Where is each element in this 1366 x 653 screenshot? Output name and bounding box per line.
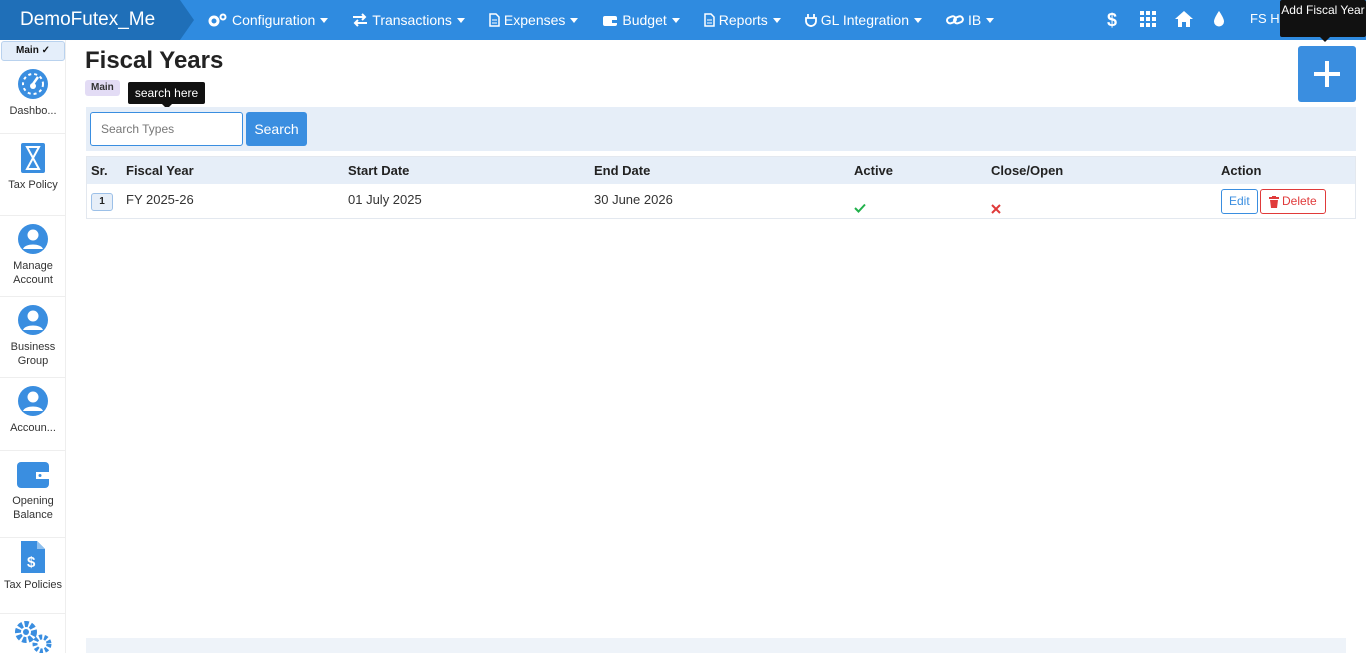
menu-reports[interactable]: Reports [704,12,781,28]
delete-button[interactable]: Delete [1260,189,1326,214]
sidebar-item-label: Dashbo... [9,105,57,117]
hourglass-icon [21,143,45,173]
chevron-down-icon [914,17,923,23]
sidebar-item-tax-policies[interactable]: $ Tax Policies [0,540,65,614]
check-icon [854,193,866,213]
column-header-end-date: End Date [594,163,651,178]
user-circle-icon [18,305,48,335]
drop-icon[interactable] [1213,10,1225,28]
column-header-active: Active [854,163,894,178]
breadcrumb[interactable]: Main [85,80,120,96]
wallet-icon [603,15,618,26]
menu-expenses-label: Expenses [503,12,566,28]
plug-icon [804,14,817,27]
brand-arrow [180,0,194,40]
add-fiscal-year-tooltip: Add Fiscal Year [1280,0,1366,42]
brand-logo[interactable]: DemoFutex_Me [0,0,180,40]
document-icon [704,13,715,27]
column-header-start-date: Start Date [348,163,410,178]
gears-icon [15,621,52,653]
chevron-down-icon [570,17,579,23]
menu-budget[interactable]: Budget [602,12,680,28]
sidebar-item-label: Tax Policies [3,579,63,591]
menu-expenses[interactable]: Expenses [489,12,579,28]
home-icon[interactable] [1174,10,1194,28]
menu-configuration-label: Configuration [232,12,316,28]
dollar-file-icon: $ [21,541,45,573]
dashboard-gauge-icon [18,69,48,99]
wallet-icon [17,462,49,488]
sidebar-item-label: Tax Policy [8,179,58,191]
chevron-down-icon [772,17,781,23]
sidebar: Main ✓ Dashbo... Tax Policy Manage Accou… [0,40,66,653]
column-header-close-open: Close/Open [991,163,1064,178]
edit-button[interactable]: Edit [1221,189,1258,214]
chevron-down-icon [986,17,995,23]
column-header-action: Action [1221,163,1262,178]
sidebar-item-label: Business Group [10,341,56,367]
sidebar-item-accounts[interactable]: Accoun... [0,385,65,451]
page-title: Fiscal Years [85,47,224,74]
fiscal-years-table: Sr. Fiscal Year Start Date End Date Acti… [86,156,1356,219]
cross-icon [991,194,1001,214]
svg-text:$: $ [27,554,36,571]
search-button[interactable]: Search [246,112,307,146]
row-number-badge: 1 [91,193,113,211]
plus-icon [1314,61,1340,87]
menu-ib[interactable]: IB [946,12,995,28]
dollar-icon[interactable]: $ [1107,10,1119,30]
user-circle-icon [18,224,48,254]
top-navbar: DemoFutex_Me Configuration Transactions … [0,0,1366,40]
gears-icon [208,13,227,27]
cell-start-date: 01 July 2025 [348,192,422,207]
menu-transactions[interactable]: Transactions [352,12,465,28]
search-bar: Search [86,107,1356,151]
svg-text:$: $ [1107,10,1117,30]
grid-icon[interactable] [1140,11,1156,27]
sidebar-item-settings[interactable] [0,620,65,653]
exchange-icon [353,13,368,27]
sidebar-main-tag[interactable]: Main ✓ [1,41,65,61]
user-circle-icon [18,386,48,416]
menu-transactions-label: Transactions [372,12,452,28]
cell-end-date: 30 June 2026 [594,192,673,207]
document-icon [489,13,500,27]
trash-icon [1269,195,1279,208]
search-input[interactable] [90,112,243,146]
menu-ib-label: IB [968,12,982,28]
chevron-down-icon [456,17,465,23]
sidebar-item-label: Opening Balance [12,495,54,521]
table-header: Sr. Fiscal Year Start Date End Date Acti… [87,157,1355,184]
sidebar-item-opening-balance[interactable]: Opening Balance [0,460,65,538]
sidebar-item-label: Manage Account [13,260,53,286]
chevron-down-icon [320,17,329,23]
menu-gl-integration-label: GL Integration [820,12,910,28]
sidebar-item-business-group[interactable]: Business Group [0,304,65,378]
menu-gl-integration[interactable]: GL Integration [804,12,923,28]
link-icon [946,15,964,25]
footer-strip [86,638,1346,653]
column-header-sr: Sr. [91,163,108,178]
sidebar-item-manage-account[interactable]: Manage Account [0,223,65,297]
table-row: 1 FY 2025-26 01 July 2025 30 June 2026 E… [87,184,1355,218]
column-header-fiscal-year: Fiscal Year [126,163,194,178]
sidebar-item-dashboard[interactable]: Dashbo... [0,68,65,134]
sidebar-item-label: Accoun... [10,422,56,434]
sidebar-item-tax-policy[interactable]: Tax Policy [0,142,65,216]
add-fiscal-year-button[interactable] [1298,46,1356,102]
menu-reports-label: Reports [718,12,768,28]
search-tooltip: search here [128,82,205,109]
delete-button-label: Delete [1282,194,1317,208]
cell-fiscal-year: FY 2025-26 [126,192,194,207]
chevron-down-icon [671,17,680,23]
menu-budget-label: Budget [622,12,667,28]
main-menu: Configuration Transactions Expenses Budg… [208,0,1018,40]
menu-configuration[interactable]: Configuration [208,12,329,28]
